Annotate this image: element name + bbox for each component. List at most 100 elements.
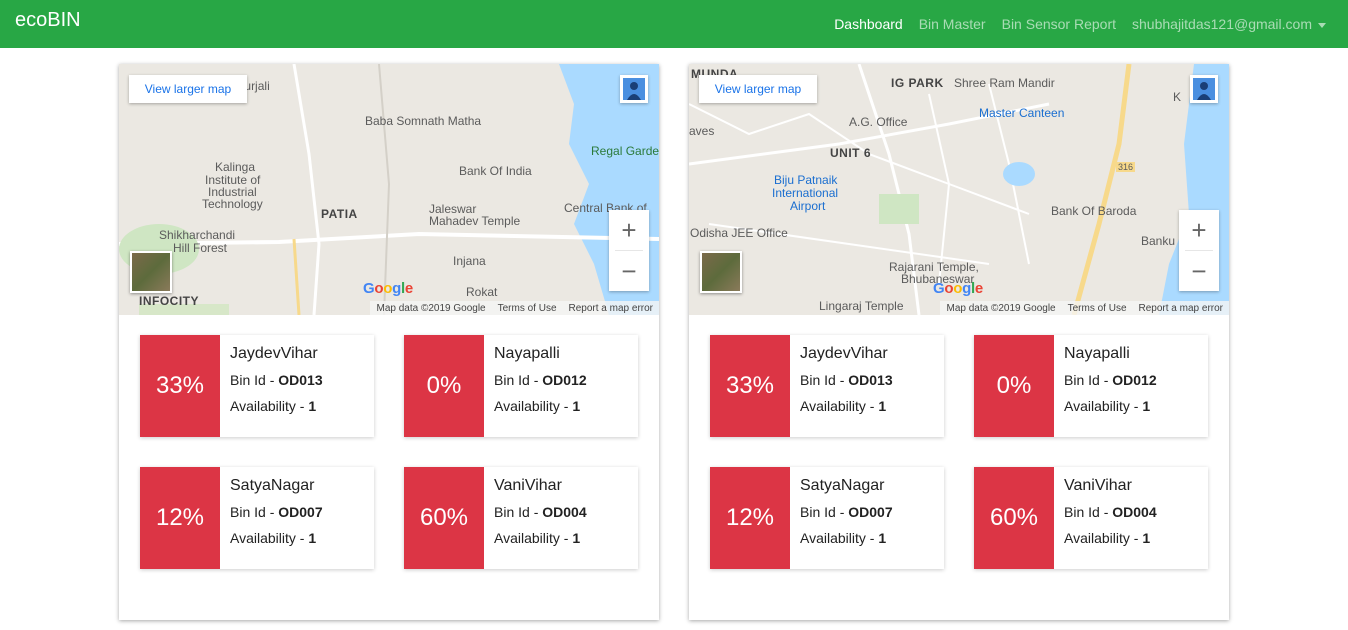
availability-line: Availability - 1 bbox=[1064, 398, 1157, 414]
zoom-out-button[interactable]: − bbox=[1179, 251, 1219, 291]
bin-card[interactable]: 60% VaniVihar Bin Id - OD004 Availabilit… bbox=[404, 467, 638, 569]
map-attribution: Map data ©2019 Google Terms of Use Repor… bbox=[370, 301, 659, 315]
map-label: Mahadev Temple bbox=[429, 214, 521, 228]
availability-value: 1 bbox=[572, 530, 581, 546]
bin-location: SatyaNagar bbox=[230, 477, 315, 494]
availability-value: 1 bbox=[1142, 530, 1151, 546]
zoom-out-button[interactable]: − bbox=[609, 251, 649, 291]
satellite-toggle[interactable] bbox=[700, 251, 742, 293]
availability-label: Availability - bbox=[800, 398, 879, 414]
nav-user-menu[interactable]: shubhajitdas121@gmail.com bbox=[1132, 16, 1326, 32]
map-label: Shree Ram Mandir bbox=[954, 76, 1055, 90]
dashboard-panel-1: Raghunathpurjali Baba Somnath Matha Kali… bbox=[119, 64, 659, 620]
bin-id-value: OD013 bbox=[848, 372, 893, 388]
bin-id-value: OD013 bbox=[278, 372, 323, 388]
bin-location: Nayapalli bbox=[494, 345, 560, 362]
map-1[interactable]: Raghunathpurjali Baba Somnath Matha Kali… bbox=[119, 64, 659, 315]
bin-id-label: Bin Id - bbox=[494, 372, 543, 388]
availability-value: 1 bbox=[308, 530, 317, 546]
zoom-in-button[interactable]: + bbox=[1179, 210, 1219, 250]
bin-id-value: OD007 bbox=[278, 504, 323, 520]
view-larger-map-button[interactable]: View larger map bbox=[129, 75, 247, 103]
nav-bin-master[interactable]: Bin Master bbox=[919, 16, 986, 32]
bin-id-line: Bin Id - OD004 bbox=[1064, 504, 1157, 520]
terms-link[interactable]: Terms of Use bbox=[498, 303, 557, 314]
zoom-controls: + − bbox=[1179, 210, 1219, 291]
brand-logo[interactable]: ecoBIN bbox=[15, 9, 81, 32]
map-label: Baba Somnath Matha bbox=[365, 114, 482, 128]
bin-id-value: OD007 bbox=[848, 504, 893, 520]
nav-bin-sensor-report[interactable]: Bin Sensor Report bbox=[1002, 16, 1116, 32]
availability-value: 1 bbox=[878, 398, 887, 414]
bin-card[interactable]: 12% SatyaNagar Bin Id - OD007 Availabili… bbox=[140, 467, 374, 569]
map-label: Injana bbox=[453, 254, 486, 268]
map-label: aves bbox=[689, 124, 715, 138]
availability-label: Availability - bbox=[1064, 398, 1143, 414]
availability-value: 1 bbox=[878, 530, 887, 546]
map-label: Regal Garde bbox=[591, 144, 659, 158]
report-error-link[interactable]: Report a map error bbox=[569, 303, 653, 314]
zoom-in-button[interactable]: + bbox=[609, 210, 649, 250]
bin-location: JaydevVihar bbox=[230, 345, 318, 362]
bin-id-label: Bin Id - bbox=[800, 372, 849, 388]
terms-link[interactable]: Terms of Use bbox=[1068, 303, 1127, 314]
bin-card[interactable]: 33% JaydevVihar Bin Id - OD013 Availabil… bbox=[140, 335, 374, 437]
bin-location: VaniVihar bbox=[1064, 477, 1132, 494]
street-view-pegman-icon[interactable] bbox=[620, 75, 648, 103]
bin-id-line: Bin Id - OD013 bbox=[800, 372, 893, 388]
availability-line: Availability - 1 bbox=[230, 398, 323, 414]
fill-percentage: 60% bbox=[974, 467, 1054, 569]
availability-value: 1 bbox=[572, 398, 581, 414]
bin-card[interactable]: 12% SatyaNagar Bin Id - OD007 Availabili… bbox=[710, 467, 944, 569]
map-attribution: Map data ©2019 Google Terms of Use Repor… bbox=[940, 301, 1229, 315]
bin-id-line: Bin Id - OD013 bbox=[230, 372, 323, 388]
map-2[interactable]: MUNDA IG PARK Shree Ram Mandir A.G. Offi… bbox=[689, 64, 1229, 315]
map-label: Bank Of India bbox=[459, 164, 532, 178]
availability-label: Availability - bbox=[494, 530, 573, 546]
map-label: Shikharchandi bbox=[159, 228, 236, 242]
map-label: Odisha JEE Office bbox=[690, 226, 788, 240]
bin-id-line: Bin Id - OD012 bbox=[494, 372, 587, 388]
availability-line: Availability - 1 bbox=[800, 530, 893, 546]
map-label: Lingaraj Temple bbox=[819, 299, 904, 313]
map-label: International bbox=[772, 186, 839, 200]
fill-percentage: 33% bbox=[710, 335, 790, 437]
availability-value: 1 bbox=[1142, 398, 1151, 414]
map-label: K bbox=[1173, 90, 1182, 104]
map-label: Master Canteen bbox=[979, 106, 1065, 120]
map-data-text: Map data ©2019 Google bbox=[376, 302, 486, 314]
bin-card[interactable]: 60% VaniVihar Bin Id - OD004 Availabilit… bbox=[974, 467, 1208, 569]
google-logo: Google bbox=[933, 280, 983, 297]
map-label: PATIA bbox=[321, 207, 358, 221]
bin-id-line: Bin Id - OD007 bbox=[230, 504, 323, 520]
map-label: Kalinga bbox=[215, 160, 256, 174]
view-larger-map-button[interactable]: View larger map bbox=[699, 75, 817, 103]
satellite-toggle[interactable] bbox=[130, 251, 172, 293]
bin-id-label: Bin Id - bbox=[800, 504, 849, 520]
report-error-link[interactable]: Report a map error bbox=[1139, 303, 1223, 314]
bin-id-line: Bin Id - OD004 bbox=[494, 504, 587, 520]
bin-card[interactable]: 0% Nayapalli Bin Id - OD012 Availability… bbox=[404, 335, 638, 437]
availability-line: Availability - 1 bbox=[494, 530, 587, 546]
bin-id-label: Bin Id - bbox=[230, 504, 279, 520]
fill-percentage: 33% bbox=[140, 335, 220, 437]
map-data-text: Map data ©2019 Google bbox=[946, 302, 1056, 314]
dashboard-panel-2: MUNDA IG PARK Shree Ram Mandir A.G. Offi… bbox=[689, 64, 1229, 620]
availability-label: Availability - bbox=[494, 398, 573, 414]
street-view-pegman-icon[interactable] bbox=[1190, 75, 1218, 103]
fill-percentage: 60% bbox=[404, 467, 484, 569]
map-label: Technology bbox=[202, 197, 263, 211]
availability-line: Availability - 1 bbox=[230, 530, 323, 546]
nav-dashboard[interactable]: Dashboard bbox=[834, 16, 903, 32]
map-label: Biju Patnaik bbox=[774, 173, 838, 187]
availability-label: Availability - bbox=[1064, 530, 1143, 546]
bin-id-label: Bin Id - bbox=[1064, 504, 1113, 520]
bin-id-value: OD012 bbox=[542, 372, 587, 388]
bin-card[interactable]: 0% Nayapalli Bin Id - OD012 Availability… bbox=[974, 335, 1208, 437]
highway-shield: 316 bbox=[1116, 162, 1136, 172]
bin-id-value: OD004 bbox=[1112, 504, 1157, 520]
availability-line: Availability - 1 bbox=[494, 398, 587, 414]
map-label: IG PARK bbox=[891, 76, 944, 90]
bin-card[interactable]: 33% JaydevVihar Bin Id - OD013 Availabil… bbox=[710, 335, 944, 437]
bin-id-line: Bin Id - OD007 bbox=[800, 504, 893, 520]
